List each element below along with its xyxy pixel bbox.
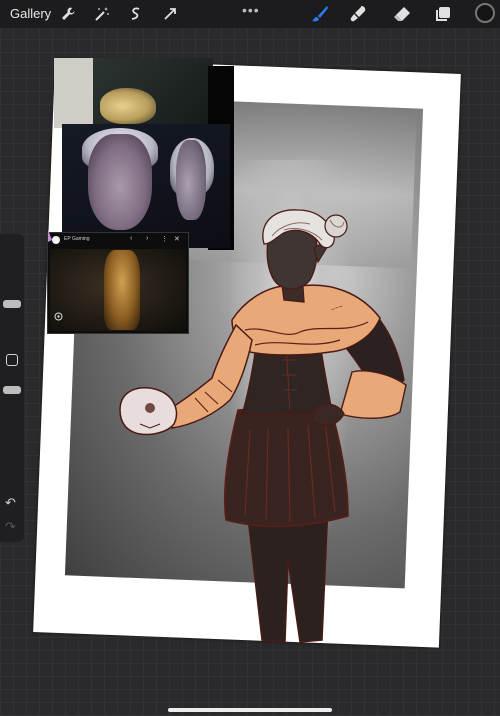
brush-opacity-slider[interactable]	[3, 386, 21, 394]
redo-icon[interactable]: ↷	[5, 520, 16, 533]
character-sketch: ~~~	[48, 209, 407, 643]
sketch-skull-eye	[145, 403, 155, 413]
canvas-edge-marker	[48, 230, 52, 242]
sketch-hand-right	[311, 403, 345, 426]
undo-icon[interactable]: ↶	[5, 496, 16, 509]
brush-size-slider[interactable]	[3, 300, 21, 308]
modify-square-button[interactable]	[6, 354, 18, 366]
home-indicator[interactable]	[168, 708, 332, 712]
